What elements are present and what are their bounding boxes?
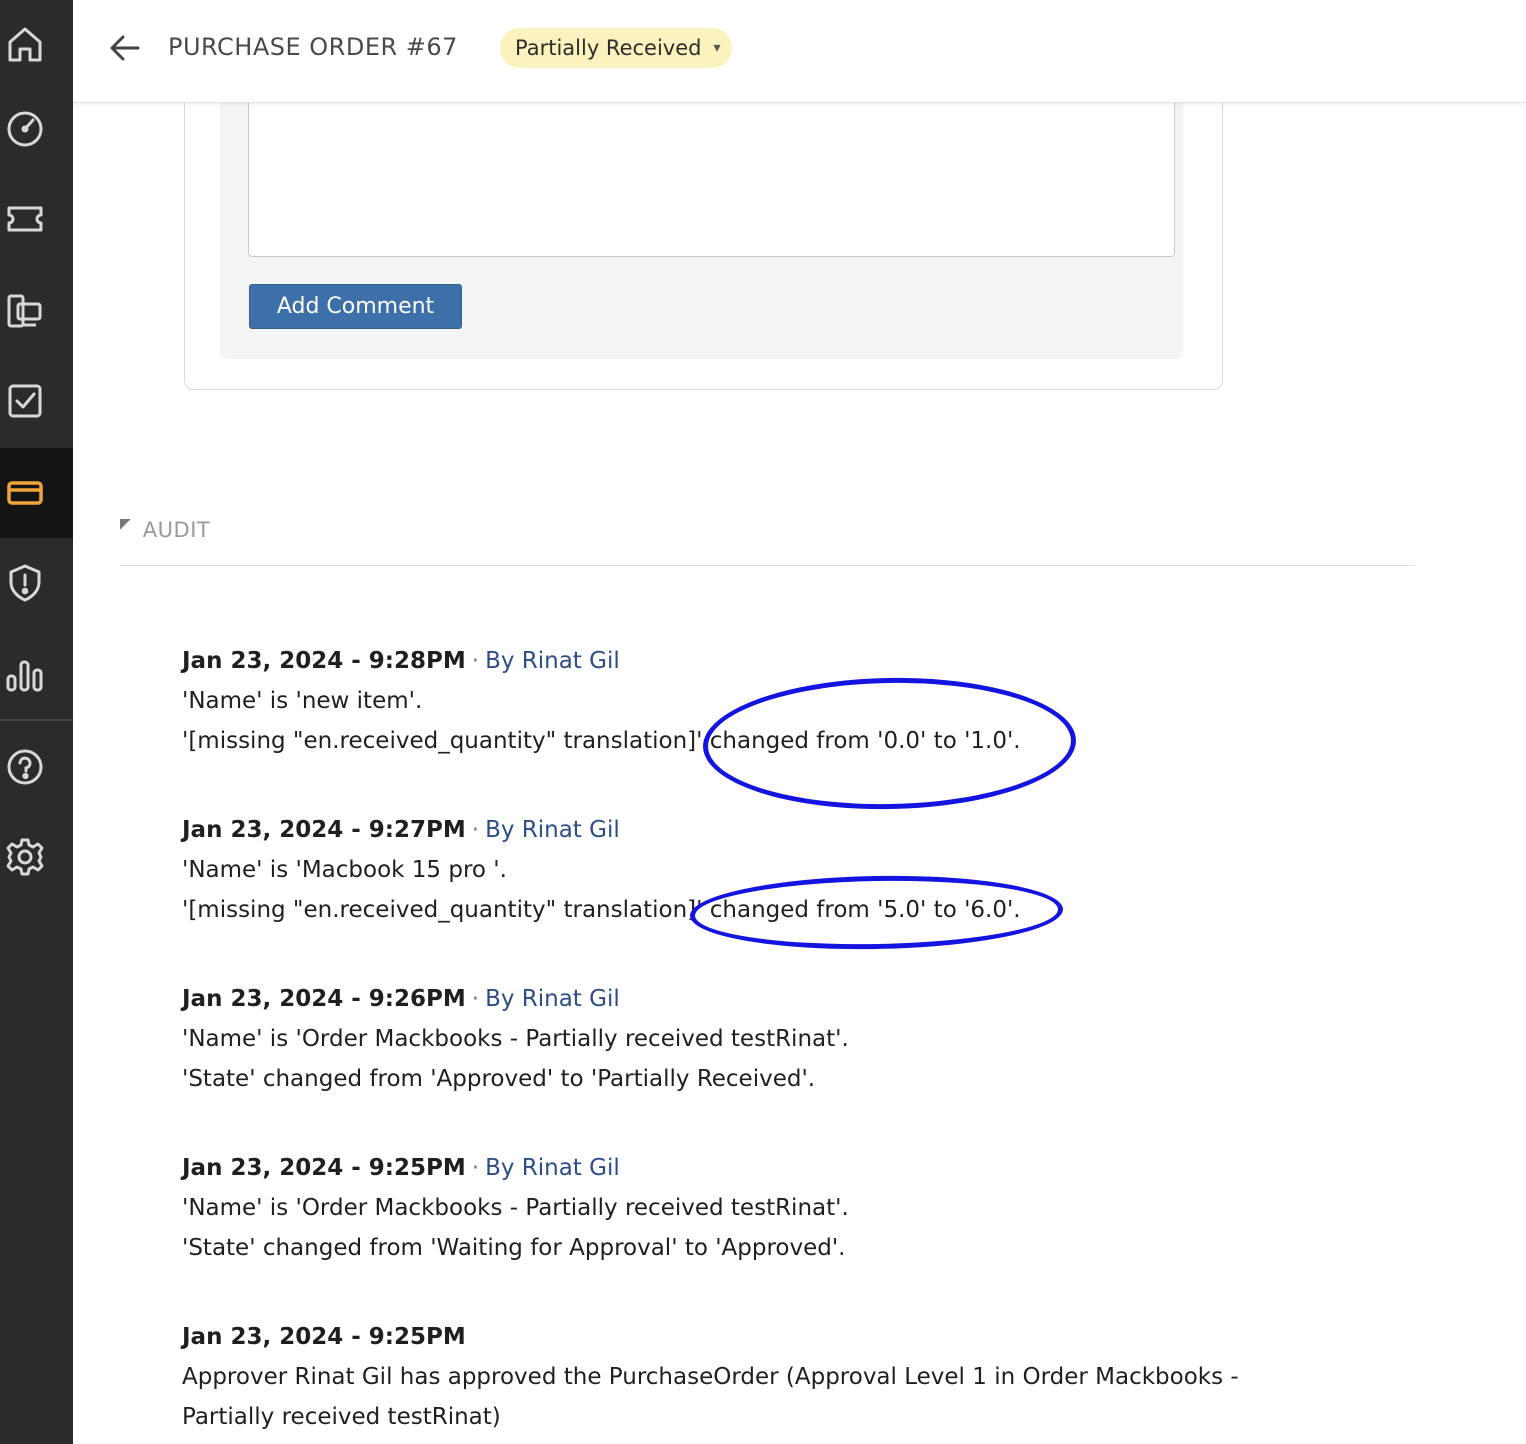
audit-section-toggle[interactable]: ◤ AUDIT <box>120 516 211 542</box>
audit-line: 'State' changed from 'Approved' to 'Part… <box>182 1066 816 1092</box>
nav-settings[interactable] <box>0 812 73 902</box>
nav-security[interactable] <box>0 538 73 628</box>
tasks-icon <box>8 384 41 418</box>
audit-entry: Jan 23, 2024 - 9:28PM · By Rinat Gil 'Name… <box>182 641 1302 761</box>
audit-line: Approver Rinat Gil has approved the Purc… <box>182 1364 1239 1430</box>
audit-author-link[interactable]: By Rinat Gil <box>485 817 620 843</box>
sidebar <box>0 0 73 1444</box>
nav-purchase[interactable] <box>0 448 73 538</box>
audit-timestamp: Jan 23, 2024 - 9:28PM <box>182 648 466 674</box>
reports-icon <box>6 660 42 692</box>
audit-entry: Jan 23, 2024 - 9:25PM · By Rinat Gil 'Name… <box>182 1148 1302 1268</box>
nav-help[interactable] <box>0 722 73 812</box>
help-icon <box>7 749 42 785</box>
audit-line: '[missing "en.received_quantity" transla… <box>182 897 1021 923</box>
nav-tasks[interactable] <box>0 356 73 446</box>
nav-reports[interactable] <box>0 630 73 720</box>
status-label: Partially Received <box>515 36 702 60</box>
audit-line: 'Name' is 'Macbook 15 pro '. <box>182 857 507 883</box>
audit-entry: Jan 23, 2024 - 9:26PM · By Rinat Gil 'Name… <box>182 979 1302 1099</box>
dashboard-icon <box>7 111 42 147</box>
chevron-down-icon: ▾ <box>713 40 721 56</box>
purchase-icon <box>6 481 43 505</box>
audit-timestamp: Jan 23, 2024 - 9:26PM <box>182 986 466 1012</box>
security-icon <box>9 564 40 602</box>
nav-devices[interactable] <box>0 266 73 356</box>
audit-title: AUDIT <box>142 518 211 542</box>
nav-dashboard[interactable] <box>0 84 73 174</box>
audit-line: 'Name' is 'Order Mackbooks - Partially r… <box>182 1195 849 1221</box>
audit-author-link[interactable]: By Rinat Gil <box>485 986 620 1012</box>
audit-timestamp: Jan 23, 2024 - 9:27PM <box>182 817 466 843</box>
add-comment-button[interactable]: Add Comment <box>249 284 462 329</box>
nav-home[interactable] <box>0 0 73 90</box>
back-arrow-icon[interactable] <box>105 28 145 68</box>
divider <box>120 565 1414 566</box>
top-bar: PURCHASE ORDER #67 Partially Received ▾ <box>73 0 1526 103</box>
devices-icon <box>7 294 41 328</box>
home-icon <box>8 27 41 62</box>
audit-line: 'State' changed from 'Waiting for Approv… <box>182 1235 846 1261</box>
audit-entry: Jan 23, 2024 - 9:27PM · By Rinat Gil 'Name… <box>182 810 1302 930</box>
sidebar-divider <box>0 719 73 721</box>
audit-author-link[interactable]: By Rinat Gil <box>485 648 620 674</box>
audit-author-link[interactable]: By Rinat Gil <box>485 1155 620 1181</box>
audit-line: '[missing "en.received_quantity" transla… <box>182 728 1021 754</box>
audit-timestamp: Jan 23, 2024 - 9:25PM <box>182 1324 466 1350</box>
audit-line: 'Name' is 'Order Mackbooks - Partially r… <box>182 1026 849 1052</box>
collapse-triangle-icon: ◤ <box>120 516 131 532</box>
nav-tickets[interactable] <box>0 174 73 264</box>
audit-line: 'Name' is 'new item'. <box>182 688 423 714</box>
audit-entry: Jan 23, 2024 - 9:25PM Approver Rinat Gil… <box>182 1317 1272 1437</box>
status-dropdown[interactable]: Partially Received ▾ <box>500 28 732 68</box>
ticket-icon <box>7 206 42 232</box>
page-title: PURCHASE ORDER #67 <box>168 33 458 61</box>
settings-icon <box>6 838 43 876</box>
audit-timestamp: Jan 23, 2024 - 9:25PM <box>182 1155 466 1181</box>
